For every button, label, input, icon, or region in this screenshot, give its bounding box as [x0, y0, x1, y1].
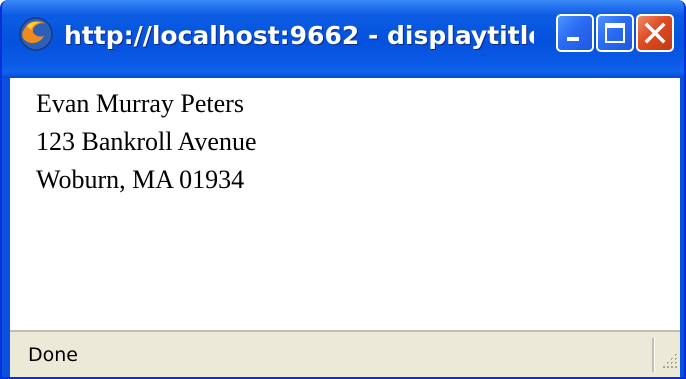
maximize-icon: [605, 23, 625, 43]
minimize-button[interactable]: [556, 14, 594, 52]
address-name: Evan Murray Peters: [36, 89, 244, 118]
status-text: Done: [28, 344, 78, 366]
window-title: http://localhost:9662 - displaytitle -..…: [64, 21, 534, 50]
browser-window: http://localhost:9662 - displaytitle -..…: [0, 0, 686, 379]
address-city-state-zip: Woburn, MA 01934: [36, 165, 245, 194]
resize-grip-icon[interactable]: [656, 344, 680, 374]
title-bar[interactable]: http://localhost:9662 - displaytitle -..…: [2, 0, 684, 78]
status-bar: Done: [10, 330, 680, 377]
address-street: 123 Bankroll Avenue: [36, 127, 257, 156]
status-divider: [652, 338, 655, 372]
maximize-button[interactable]: [596, 14, 634, 52]
firefox-icon: [19, 17, 53, 51]
page-content: Evan Murray Peters 123 Bankroll Avenue W…: [10, 78, 680, 330]
close-button[interactable]: [636, 14, 674, 52]
close-icon: [644, 22, 666, 44]
minimize-icon: [567, 37, 579, 41]
